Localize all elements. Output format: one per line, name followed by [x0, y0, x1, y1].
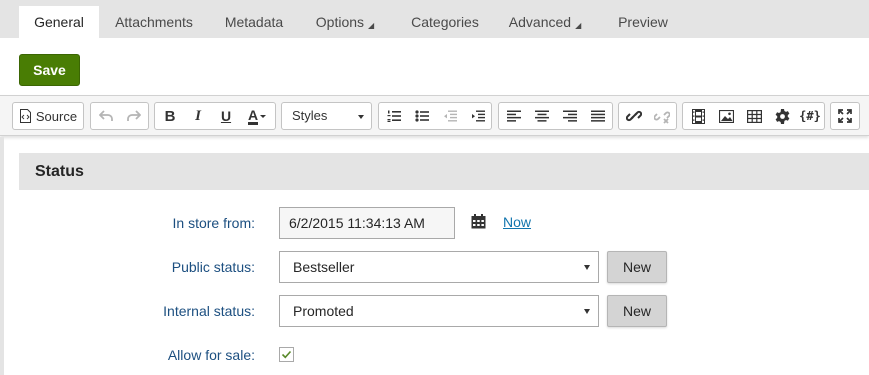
status-section-header: Status: [19, 153, 869, 190]
link-button[interactable]: [620, 103, 648, 129]
alignment-group: [498, 102, 613, 130]
styles-label: Styles: [292, 108, 328, 123]
chevron-down-icon: [584, 309, 590, 314]
public-status-value: Bestseller: [293, 259, 355, 275]
tab-categories[interactable]: Categories: [402, 6, 488, 38]
link-icon: [626, 110, 642, 122]
bulleted-list-icon: [415, 110, 429, 122]
maximize-icon: [838, 109, 852, 123]
maximize-button[interactable]: [831, 103, 859, 129]
dropdown-caret-icon: [260, 114, 267, 118]
underline-icon: U: [220, 108, 232, 124]
save-button[interactable]: Save: [19, 54, 80, 86]
public-status-select[interactable]: Bestseller: [279, 251, 599, 283]
list-group: [378, 102, 492, 130]
align-right-button[interactable]: [556, 103, 584, 129]
italic-icon: I: [195, 107, 201, 124]
tab-label: Advanced: [508, 14, 572, 30]
align-center-button[interactable]: [528, 103, 556, 129]
insert-macro-button[interactable]: {#}: [796, 103, 824, 129]
now-link[interactable]: Now: [503, 214, 531, 230]
public-status-label: Public status:: [171, 259, 255, 275]
justify-icon: [591, 110, 605, 122]
history-group: [90, 102, 149, 130]
underline-button[interactable]: U: [212, 103, 240, 129]
insert-media-button[interactable]: [684, 103, 712, 129]
new-internal-status-button[interactable]: New: [607, 295, 667, 327]
in-store-label: In store from:: [172, 215, 255, 231]
align-left-button[interactable]: [500, 103, 528, 129]
allow-sale-checkbox[interactable]: [279, 347, 294, 362]
internal-status-select[interactable]: Promoted: [279, 295, 599, 327]
format-group: B I U A: [154, 102, 276, 130]
tab-options[interactable]: Options ◢: [305, 6, 385, 38]
tab-general[interactable]: General: [19, 6, 99, 38]
maximize-group: [830, 102, 860, 130]
calendar-icon[interactable]: [471, 214, 486, 229]
macro-icon: {#}: [799, 109, 821, 123]
link-group: [618, 102, 677, 130]
allow-sale-label: Allow for sale:: [167, 347, 255, 363]
tab-advanced[interactable]: Advanced ◢: [500, 6, 590, 38]
tab-preview[interactable]: Preview: [610, 6, 676, 38]
align-center-icon: [535, 110, 549, 122]
source-group: Source: [12, 102, 84, 130]
chevron-down-icon: [358, 115, 364, 119]
text-color-button[interactable]: A: [240, 103, 274, 129]
numbered-list-button[interactable]: [380, 103, 408, 129]
new-public-status-button[interactable]: New: [607, 251, 667, 283]
tab-label: Categories: [411, 14, 479, 30]
tab-label: Options: [315, 14, 365, 30]
section-title: Status: [35, 163, 84, 180]
insert-group: {#}: [682, 102, 825, 130]
indent-icon: [472, 110, 485, 122]
in-store-date-input[interactable]: 6/2/2015 11:34:13 AM: [279, 207, 455, 239]
content-divider: [0, 137, 4, 375]
indent-button[interactable]: [464, 103, 492, 129]
align-right-icon: [563, 110, 577, 122]
align-left-icon: [507, 110, 521, 122]
outdent-button[interactable]: [436, 103, 464, 129]
undo-button[interactable]: [92, 103, 120, 129]
italic-button[interactable]: I: [184, 103, 212, 129]
internal-status-label: Internal status:: [163, 303, 255, 319]
source-button[interactable]: Source: [13, 103, 83, 129]
text-color-icon: A: [247, 106, 259, 125]
source-icon: [19, 109, 31, 123]
dropdown-caret-icon: ◢: [368, 21, 375, 30]
tab-metadata[interactable]: Metadata: [215, 6, 293, 38]
insert-table-button[interactable]: [740, 103, 768, 129]
editor-toolbar: Source B I U A Styles {#}: [0, 95, 869, 136]
source-label: Source: [35, 108, 78, 124]
tab-label: Attachments: [115, 14, 193, 30]
tab-bar: General Attachments Metadata Options ◢ Ca…: [0, 0, 869, 38]
bulleted-list-button[interactable]: [408, 103, 436, 129]
redo-icon: [127, 110, 141, 121]
chevron-down-icon: [584, 265, 590, 270]
image-icon: [718, 109, 734, 123]
tab-label: General: [34, 14, 84, 30]
bold-icon: B: [164, 107, 176, 125]
styles-dropdown[interactable]: Styles: [281, 102, 372, 130]
undo-icon: [99, 110, 113, 121]
tab-attachments[interactable]: Attachments: [104, 6, 204, 38]
table-icon: [746, 109, 762, 123]
justify-button[interactable]: [584, 103, 612, 129]
insert-image-button[interactable]: [712, 103, 740, 129]
gear-icon: [775, 108, 789, 124]
internal-status-value: Promoted: [293, 303, 354, 319]
tab-label: Metadata: [224, 14, 284, 30]
numbered-list-icon: [387, 110, 401, 122]
insert-widget-button[interactable]: [768, 103, 796, 129]
tab-label: Preview: [618, 14, 668, 30]
checkmark-icon: [281, 350, 292, 359]
outdent-icon: [444, 110, 457, 122]
dropdown-caret-icon: ◢: [575, 21, 582, 30]
unlink-icon: [654, 111, 670, 124]
unlink-button[interactable]: [648, 103, 676, 129]
bold-button[interactable]: B: [156, 103, 184, 129]
redo-button[interactable]: [120, 103, 148, 129]
film-icon: [691, 108, 705, 124]
